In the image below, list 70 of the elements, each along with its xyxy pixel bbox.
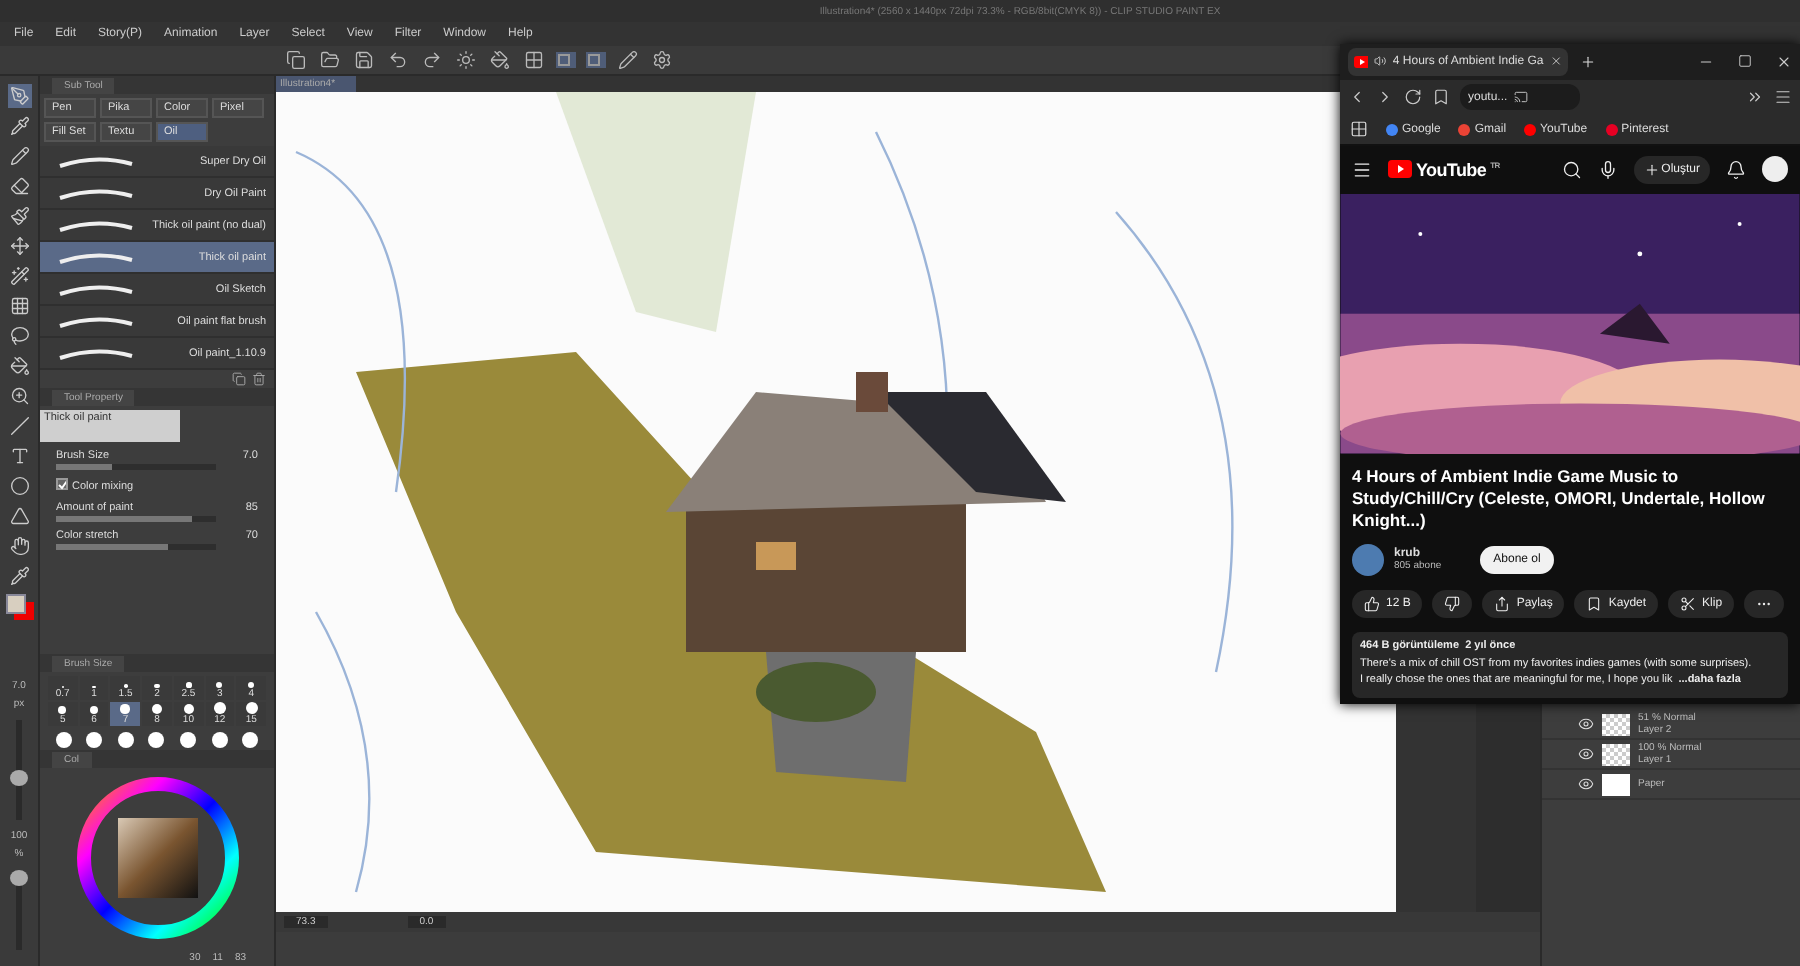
copy-icon[interactable] xyxy=(286,50,306,70)
bucket-icon[interactable] xyxy=(490,50,510,70)
layer-thumbnail xyxy=(1602,743,1630,765)
bell-icon[interactable] xyxy=(1726,159,1746,180)
pen-icon[interactable] xyxy=(9,86,29,106)
slider-thumb[interactable] xyxy=(10,870,28,886)
slider-thumb[interactable] xyxy=(10,770,28,787)
line-icon[interactable] xyxy=(9,416,29,436)
eye-icon[interactable] xyxy=(1578,716,1594,732)
eye-icon[interactable] xyxy=(1578,776,1594,792)
video-title: 4 Hours of Ambient Indie Game Music to Study/Chill/Cry (Celeste, OMORI, Undertale, Hollow Knight...) xyxy=(1350,463,1767,535)
eyedropper-icon[interactable] xyxy=(9,566,29,586)
more-icon[interactable] xyxy=(1746,88,1764,107)
maximize-icon[interactable] xyxy=(1738,53,1752,68)
brush-stroke-icon xyxy=(56,249,136,265)
layer-thumbnail xyxy=(1602,713,1630,735)
search-icon[interactable] xyxy=(1561,159,1582,180)
trash-icon[interactable] xyxy=(252,372,266,386)
grid-icon[interactable] xyxy=(9,296,29,316)
brush-stroke-icon xyxy=(56,153,136,169)
wand-icon[interactable] xyxy=(9,266,29,286)
new-tab-icon[interactable] xyxy=(1580,53,1596,70)
brush-stroke-icon xyxy=(56,185,136,201)
mic-icon[interactable] xyxy=(1597,159,1618,180)
settings-icon[interactable] xyxy=(652,50,672,70)
brush-stroke-icon xyxy=(56,345,136,361)
brush-stroke-icon xyxy=(56,281,136,297)
share-icon xyxy=(1494,595,1511,612)
bookmark-icon[interactable] xyxy=(1432,88,1450,107)
plus-icon xyxy=(1643,161,1660,178)
pencil-icon[interactable] xyxy=(9,146,29,166)
scissors-icon xyxy=(1680,595,1697,612)
folder-icon[interactable] xyxy=(320,50,340,70)
stretch-slider[interactable] xyxy=(56,543,216,549)
pencil-icon[interactable] xyxy=(618,50,638,70)
ruler-icon[interactable] xyxy=(9,506,29,526)
dislike-button[interactable] xyxy=(1432,589,1473,618)
save-icon[interactable] xyxy=(354,50,374,70)
move-icon[interactable] xyxy=(9,236,29,256)
brush-stroke-icon xyxy=(56,313,136,329)
color-swatch-icon[interactable] xyxy=(5,594,33,620)
brush-stroke-icon xyxy=(56,217,136,233)
pipette-icon[interactable] xyxy=(9,116,29,136)
close-icon[interactable] xyxy=(1549,54,1563,69)
eraser-icon[interactable] xyxy=(9,176,29,196)
ellipse-icon[interactable] xyxy=(9,476,29,496)
eye-icon[interactable] xyxy=(1578,746,1594,762)
avatar[interactable] xyxy=(1762,156,1788,183)
bookmark-icon xyxy=(1586,595,1603,612)
bucket-icon[interactable] xyxy=(9,356,29,376)
text-icon[interactable] xyxy=(9,446,29,466)
brush-size-slider[interactable] xyxy=(56,464,216,470)
zoom-icon[interactable] xyxy=(9,386,29,406)
layer-thumbnail xyxy=(1602,773,1630,795)
brush-icon[interactable] xyxy=(9,206,29,226)
thumbs-down-icon xyxy=(1444,595,1461,612)
grid-icon[interactable] xyxy=(524,50,544,70)
hand-icon[interactable] xyxy=(9,536,29,556)
color-wheel[interactable] xyxy=(73,774,241,942)
menu-icon[interactable] xyxy=(1774,88,1792,107)
copy-icon[interactable] xyxy=(232,372,246,386)
redo-icon[interactable] xyxy=(422,50,442,70)
speaker-icon[interactable] xyxy=(1374,54,1387,69)
play-logo-icon xyxy=(1354,55,1369,68)
close-icon[interactable] xyxy=(1776,53,1792,70)
undo-icon[interactable] xyxy=(388,50,408,70)
lasso-icon[interactable] xyxy=(9,326,29,346)
cast-icon[interactable] xyxy=(1513,90,1528,105)
sun-icon[interactable] xyxy=(456,50,476,70)
reload-icon[interactable] xyxy=(1404,88,1422,107)
